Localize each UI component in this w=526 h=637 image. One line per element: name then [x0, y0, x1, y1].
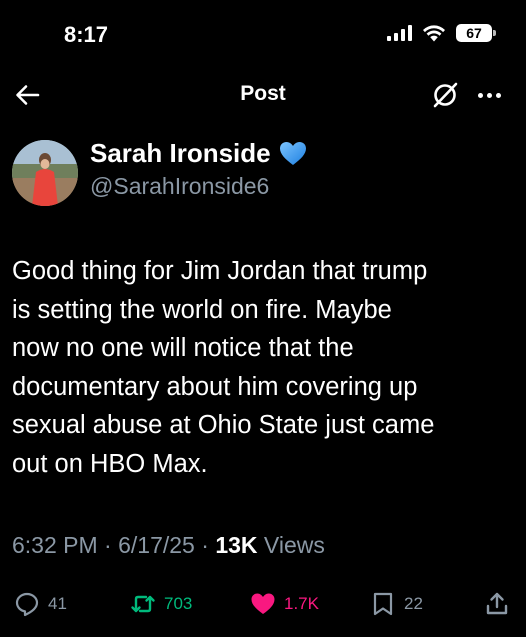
grok-icon[interactable]: [430, 80, 460, 110]
tweet-text-line: is setting the world on fire. Maybe: [12, 295, 392, 324]
avatar[interactable]: [12, 140, 78, 206]
battery-icon: 67: [456, 24, 496, 42]
tweet-text-line: out on HBO Max.: [12, 449, 208, 478]
repost-icon: [131, 595, 155, 613]
share-button[interactable]: [484, 586, 510, 622]
tweet-text-line: documentary about him covering up: [12, 372, 418, 401]
share-icon: [486, 592, 508, 615]
views-label: Views: [263, 532, 325, 558]
cellular-signal-icon: [387, 25, 412, 41]
tweet-time[interactable]: 6:32 PM: [12, 532, 98, 558]
heart-icon: [251, 593, 275, 614]
tweet-text-line: Good thing for Jim Jordan that trump: [12, 257, 428, 285]
views-count[interactable]: 13K: [215, 532, 257, 558]
reply-button[interactable]: 41: [14, 586, 67, 622]
author-handle[interactable]: @SarahIronside6: [90, 173, 269, 200]
tweet-text: Good thing for Jim Jordan that trump is …: [12, 252, 512, 483]
author-name-row: Sarah Ironside: [90, 138, 307, 169]
meta-separator: ·: [104, 532, 112, 558]
repost-button[interactable]: 703: [130, 586, 192, 622]
author-name[interactable]: Sarah Ironside: [90, 138, 271, 169]
reply-icon: [15, 592, 39, 617]
bookmark-count: 22: [404, 594, 423, 613]
like-button[interactable]: 1.7K: [250, 586, 319, 622]
blue-heart-icon: [279, 141, 306, 165]
tweet-text-line: now no one will notice that the: [12, 334, 354, 362]
tweet-date[interactable]: 6/17/25: [118, 532, 195, 558]
action-bar: 41 703 1.7K 22: [0, 586, 526, 622]
bookmark-icon: [373, 592, 393, 616]
battery-level: 67: [466, 25, 482, 41]
bookmark-button[interactable]: 22: [370, 586, 423, 622]
status-bar: 8:17 67: [0, 0, 526, 70]
more-options-icon[interactable]: [474, 80, 504, 110]
avatar-photo: [12, 140, 78, 206]
meta-separator: ·: [201, 532, 209, 558]
tweet-meta: 6:32 PM · 6/17/25 · 13K Views: [12, 532, 325, 559]
repost-count: 703: [164, 594, 193, 613]
status-icons: 67: [387, 24, 496, 42]
nav-bar: Post: [0, 70, 526, 120]
reply-count: 41: [48, 594, 67, 613]
like-count: 1.7K: [284, 594, 319, 613]
wifi-icon: [423, 25, 445, 42]
tweet-text-line: sexual abuse at Ohio State just came: [12, 411, 435, 439]
status-time: 8:17: [64, 22, 109, 47]
